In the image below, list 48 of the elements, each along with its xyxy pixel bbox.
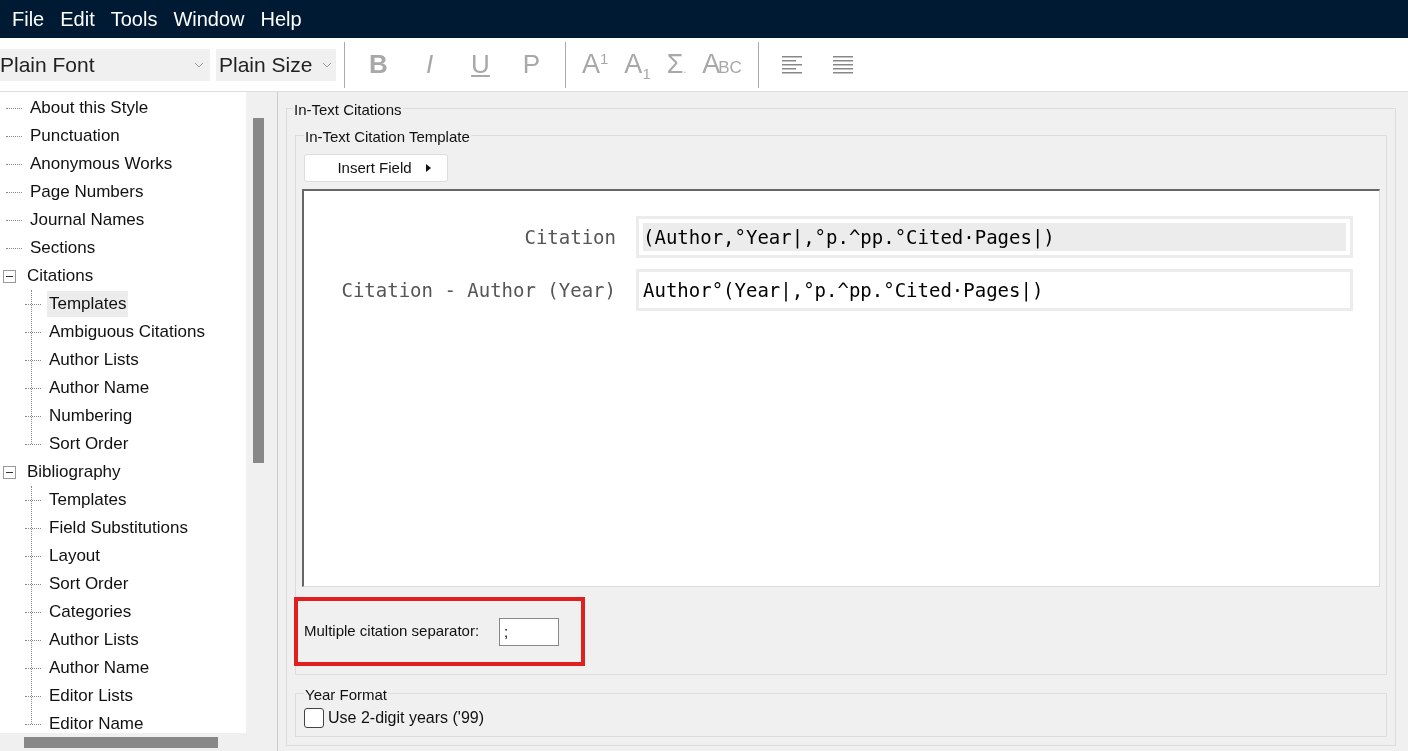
tree-item[interactable]: Ambiguous Citations: [47, 319, 207, 345]
tree-item[interactable]: Editor Lists: [47, 683, 136, 709]
tree-item[interactable]: Templates: [47, 291, 129, 317]
insert-field-button[interactable]: Insert Field: [304, 154, 448, 182]
template-field[interactable]: (Author,°Year|,°p.^pp.°Cited·Pages|): [636, 215, 1353, 258]
menu-item[interactable]: File: [4, 4, 53, 34]
tree-item[interactable]: Sort Order: [47, 431, 131, 457]
template-label: Citation: [523, 224, 616, 250]
tree-item[interactable]: Categories: [47, 599, 134, 625]
menu-item[interactable]: Edit: [52, 4, 103, 34]
tree-item[interactable]: Layout: [47, 543, 103, 569]
tree-item[interactable]: Templates: [47, 487, 129, 513]
font-dropdown[interactable]: Plain Font: [0, 48, 210, 81]
tree-item[interactable]: Editor Name: [47, 711, 146, 733]
collapse-toggle-icon[interactable]: [3, 269, 16, 283]
scrollbar-thumb[interactable]: [253, 118, 264, 463]
scrollbar-thumb[interactable]: [24, 737, 218, 748]
align-left-icon: [781, 54, 804, 75]
tree-item[interactable]: Author Lists: [47, 347, 141, 373]
tree-item[interactable]: Sections: [28, 235, 98, 261]
tree-item[interactable]: About this Style: [28, 95, 151, 121]
tree-item[interactable]: Punctuation: [28, 123, 122, 149]
tree-item[interactable]: Author Lists: [47, 627, 141, 653]
tree-item[interactable]: Numbering: [47, 403, 135, 429]
collapse-toggle-icon[interactable]: [3, 465, 16, 479]
tree-item[interactable]: Journal Names: [28, 207, 147, 233]
template-field[interactable]: Author°(Year|,°p.^pp.°Cited·Pages|): [636, 268, 1353, 311]
size-dropdown[interactable]: Plain Size: [216, 48, 336, 81]
menu-item[interactable]: Help: [252, 4, 310, 34]
caret-right-icon: [425, 163, 431, 172]
template-label: Citation - Author (Year): [340, 277, 616, 303]
tree-item[interactable]: Sort Order: [47, 571, 131, 597]
checkbox[interactable]: [304, 708, 324, 728]
tree-item[interactable]: Author Name: [47, 375, 152, 401]
chevron-down-icon: [322, 61, 332, 68]
align-justify-icon: [832, 54, 855, 75]
tree-item[interactable]: Bibliography: [25, 459, 123, 485]
menu-item[interactable]: Tools: [102, 4, 166, 34]
tree-item[interactable]: Author Name: [47, 655, 152, 681]
checkbox-label: Use 2-digit years ('99): [328, 708, 484, 728]
menu-item[interactable]: Window: [165, 4, 253, 34]
separator-input[interactable]: ;: [499, 617, 560, 646]
separator-label: Multiple citation separator:: [304, 621, 480, 642]
tree-item[interactable]: Page Numbers: [28, 179, 146, 205]
chevron-down-icon: [194, 61, 204, 68]
tree-item[interactable]: Citations: [25, 263, 96, 289]
tree-item[interactable]: Field Substitutions: [47, 515, 190, 541]
tree-item[interactable]: Anonymous Works: [28, 151, 175, 177]
